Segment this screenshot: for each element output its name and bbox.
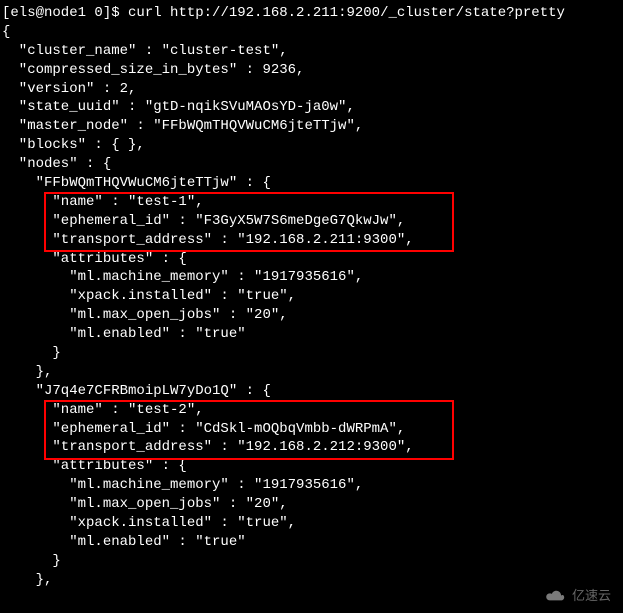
watermark-text: 亿速云 (572, 587, 611, 605)
json-line: "xpack.installed" : "true", (2, 515, 296, 531)
json-line: "master_node" : "FFbWQmTHQVWuCM6jteTTjw"… (2, 118, 363, 134)
json-line: "compressed_size_in_bytes" : 9236, (2, 62, 304, 78)
json-line: } (2, 345, 61, 361)
terminal-output[interactable]: [els@node1 0]$ curl http://192.168.2.211… (2, 4, 621, 590)
json-line: "ml.machine_memory" : "1917935616", (2, 477, 363, 493)
watermark: 亿速云 (544, 587, 611, 605)
json-line: "attributes" : { (2, 458, 187, 474)
json-line: { (2, 24, 10, 40)
json-line: "version" : 2, (2, 81, 136, 97)
json-line: "ml.max_open_jobs" : "20", (2, 496, 288, 512)
cloud-icon (544, 589, 566, 603)
json-line: "ml.machine_memory" : "1917935616", (2, 269, 363, 285)
json-line: "blocks" : { }, (2, 137, 145, 153)
json-line: } (2, 553, 61, 569)
json-line: "ml.max_open_jobs" : "20", (2, 307, 288, 323)
json-line: "xpack.installed" : "true", (2, 288, 296, 304)
json-line: "attributes" : { (2, 251, 187, 267)
json-line: "nodes" : { (2, 156, 111, 172)
json-line: "cluster_name" : "cluster-test", (2, 43, 288, 59)
shell-prompt: [els@node1 0]$ (2, 5, 128, 21)
json-line: "name" : "test-1", (2, 194, 204, 210)
json-line: "J7q4e7CFRBmoipLW7yDo1Q" : { (2, 383, 271, 399)
json-line: "transport_address" : "192.168.2.212:930… (2, 439, 414, 455)
json-line: "FFbWQmTHQVWuCM6jteTTjw" : { (2, 175, 271, 191)
json-line: }, (2, 572, 52, 588)
json-line: "transport_address" : "192.168.2.211:930… (2, 232, 414, 248)
json-line: "ephemeral_id" : "CdSkl-mOQbqVmbb-dWRPmA… (2, 421, 405, 437)
json-line: "ephemeral_id" : "F3GyX5W7S6meDgeG7QkwJw… (2, 213, 405, 229)
shell-command: curl http://192.168.2.211:9200/_cluster/… (128, 5, 565, 21)
json-line: "ml.enabled" : "true" (2, 326, 246, 342)
json-line: }, (2, 364, 52, 380)
json-line: "ml.enabled" : "true" (2, 534, 246, 550)
json-line: "name" : "test-2", (2, 402, 204, 418)
json-line: "state_uuid" : "gtD-nqikSVuMAOsYD-ja0w", (2, 99, 355, 115)
